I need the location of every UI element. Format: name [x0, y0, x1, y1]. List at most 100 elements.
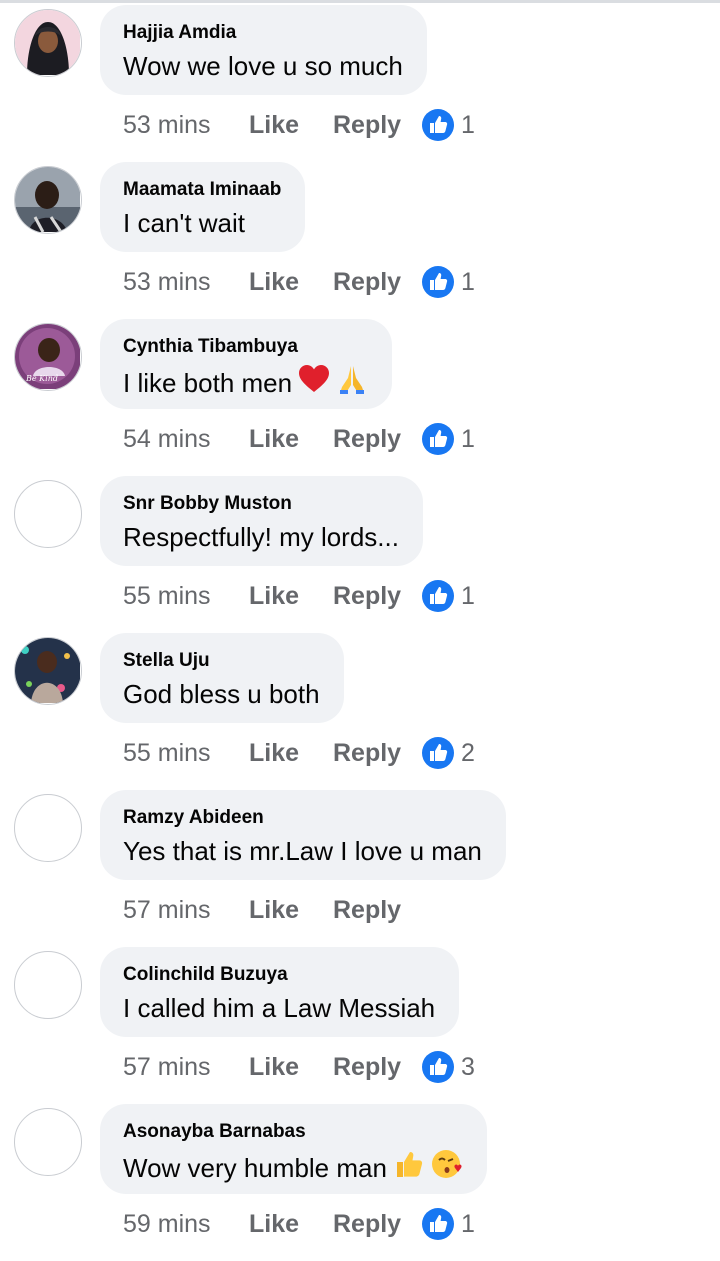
- comment: Snr Bobby Muston Respectfully! my lords.…: [0, 476, 720, 633]
- reaction-count: 2: [461, 738, 475, 767]
- comment-time[interactable]: 54 mins: [123, 425, 249, 454]
- comment-author[interactable]: Colinchild Buzuya: [123, 964, 435, 986]
- comment-meta: 55 mins Like Reply 1: [123, 578, 475, 614]
- comment-text-content: Wow very humble man: [123, 1153, 387, 1183]
- avatar-caption: Be Kind: [25, 374, 58, 383]
- thumbs-up-reaction-icon: [421, 422, 455, 456]
- comment-meta: 53 mins Like Reply 1: [123, 264, 475, 300]
- comment-text: I can't wait: [123, 206, 281, 240]
- comment-text: Wow very humble man: [123, 1148, 463, 1188]
- comment-time[interactable]: 53 mins: [123, 268, 249, 297]
- avatar-blank[interactable]: [14, 794, 82, 862]
- comment-bubble: Hajjia Amdia Wow we love u so much: [100, 5, 427, 95]
- comment-text-content: I can't wait: [123, 208, 246, 238]
- reaction-count: 1: [461, 424, 475, 453]
- reply-button[interactable]: Reply: [333, 111, 421, 140]
- reaction-summary[interactable]: 3: [421, 1050, 475, 1084]
- comment-text: I called him a Law Messiah: [123, 991, 435, 1025]
- comment-text-content: Wow we love u so much: [123, 51, 403, 81]
- reaction-count: 3: [461, 1052, 475, 1081]
- comment-author[interactable]: Hajjia Amdia: [123, 22, 403, 44]
- thumbs-up-icon: [393, 1148, 425, 1188]
- comment-text-content: Respectfully! my lords...: [123, 522, 399, 552]
- thumbs-up-reaction-icon: [421, 736, 455, 770]
- reply-button[interactable]: Reply: [333, 268, 421, 297]
- comment-text-content: I called him a Law Messiah: [123, 993, 436, 1023]
- comment-time[interactable]: 55 mins: [123, 582, 249, 611]
- like-button[interactable]: Like: [249, 582, 333, 611]
- comment-bubble: Colinchild Buzuya I called him a Law Mes…: [100, 947, 460, 1037]
- comment-text: Yes that is mr.Law I love u man: [123, 834, 482, 868]
- reply-button[interactable]: Reply: [333, 425, 421, 454]
- avatar-blank[interactable]: [14, 951, 82, 1019]
- thumbs-up-reaction-icon: [421, 265, 455, 299]
- like-button[interactable]: Like: [249, 268, 333, 297]
- comment-meta: 57 mins Like Reply: [123, 892, 421, 928]
- reaction-count: 1: [461, 1209, 475, 1238]
- comment-author[interactable]: Snr Bobby Muston: [123, 493, 399, 515]
- comment-meta: 57 mins Like Reply 3: [123, 1049, 475, 1085]
- comment: Colinchild Buzuya I called him a Law Mes…: [0, 947, 720, 1104]
- comment-text: Wow we love u so much: [123, 49, 403, 83]
- comment: Be Kind Cynthia Tibambuya I like both me…: [0, 319, 720, 476]
- comment-meta: 54 mins Like Reply 1: [123, 421, 475, 457]
- comment-meta: 59 mins Like Reply 1: [123, 1206, 475, 1242]
- reaction-count: 1: [461, 110, 475, 139]
- comment-text-content: Yes that is mr.Law I love u man: [123, 836, 482, 866]
- comment-bubble: Maamata Iminaab I can't wait: [100, 162, 306, 252]
- comment-bubble: Asonayba Barnabas Wow very humble man: [100, 1104, 487, 1194]
- avatar[interactable]: [14, 637, 82, 705]
- comment-text-content: I like both men: [123, 368, 293, 398]
- comment-author[interactable]: Ramzy Abideen: [123, 807, 482, 829]
- reply-button[interactable]: Reply: [333, 739, 421, 768]
- reaction-count: 1: [461, 267, 475, 296]
- like-button[interactable]: Like: [249, 896, 333, 925]
- comment-time[interactable]: 53 mins: [123, 111, 249, 140]
- reply-button[interactable]: Reply: [333, 582, 421, 611]
- like-button[interactable]: Like: [249, 425, 333, 454]
- comment: Asonayba Barnabas Wow very humble man 59…: [0, 1104, 720, 1261]
- comment-time[interactable]: 55 mins: [123, 739, 249, 768]
- comment-meta: 53 mins Like Reply 1: [123, 107, 475, 143]
- comment-text: I like both men: [123, 363, 368, 403]
- comment-text: God bless u both: [123, 677, 320, 711]
- comment-bubble: Ramzy Abideen Yes that is mr.Law I love …: [100, 790, 506, 880]
- reaction-summary[interactable]: 1: [421, 1207, 475, 1241]
- reply-button[interactable]: Reply: [333, 1210, 421, 1239]
- like-button[interactable]: Like: [249, 1210, 333, 1239]
- reaction-summary[interactable]: 2: [421, 736, 475, 770]
- avatar[interactable]: [14, 166, 82, 234]
- comment-meta: 55 mins Like Reply 2: [123, 735, 475, 771]
- comment-author[interactable]: Stella Uju: [123, 650, 320, 672]
- thumbs-up-reaction-icon: [421, 1050, 455, 1084]
- comment-time[interactable]: 57 mins: [123, 896, 249, 925]
- face-blowing-kiss-icon: [431, 1148, 463, 1188]
- thumbs-up-reaction-icon: [421, 108, 455, 142]
- comment-author[interactable]: Cynthia Tibambuya: [123, 336, 368, 358]
- like-button[interactable]: Like: [249, 739, 333, 768]
- like-button[interactable]: Like: [249, 1053, 333, 1082]
- reaction-summary[interactable]: 1: [421, 108, 475, 142]
- thumbs-up-reaction-icon: [421, 1207, 455, 1241]
- comment-author[interactable]: Maamata Iminaab: [123, 179, 281, 201]
- avatar-blank[interactable]: [14, 480, 82, 548]
- comment: Stella Uju God bless u both 55 mins Like…: [0, 633, 720, 790]
- thumbs-up-reaction-icon: [421, 579, 455, 613]
- comment: Hajjia Amdia Wow we love u so much 53 mi…: [0, 5, 720, 162]
- comment-author[interactable]: Asonayba Barnabas: [123, 1121, 463, 1143]
- comment-time[interactable]: 57 mins: [123, 1053, 249, 1082]
- avatar[interactable]: Be Kind: [14, 323, 82, 391]
- comment: Maamata Iminaab I can't wait 53 mins Lik…: [0, 162, 720, 319]
- reaction-summary[interactable]: 1: [421, 422, 475, 456]
- reaction-summary[interactable]: 1: [421, 265, 475, 299]
- reply-button[interactable]: Reply: [333, 1053, 421, 1082]
- avatar-blank[interactable]: [14, 1108, 82, 1176]
- comment-bubble: Stella Uju God bless u both: [100, 633, 344, 723]
- avatar[interactable]: [14, 9, 82, 77]
- comment-bubble: Snr Bobby Muston Respectfully! my lords.…: [100, 476, 423, 566]
- like-button[interactable]: Like: [249, 111, 333, 140]
- comment-text-content: God bless u both: [123, 679, 320, 709]
- comment-time[interactable]: 59 mins: [123, 1210, 249, 1239]
- reaction-summary[interactable]: 1: [421, 579, 475, 613]
- reply-button[interactable]: Reply: [333, 896, 421, 925]
